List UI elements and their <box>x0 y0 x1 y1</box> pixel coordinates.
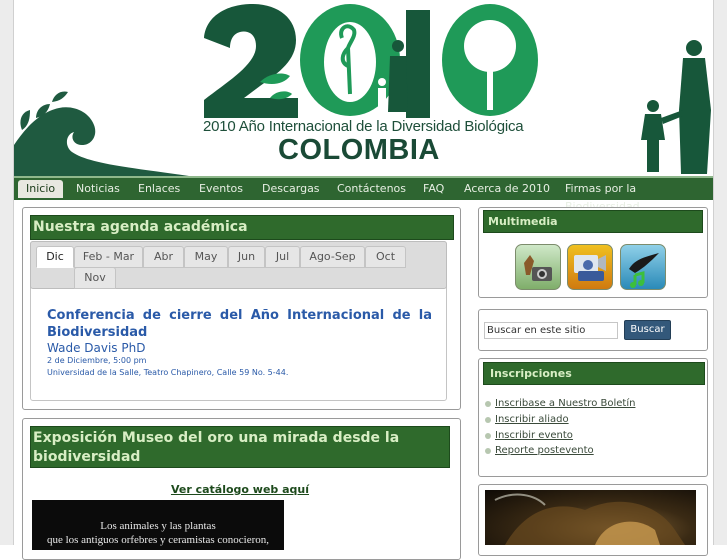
catalog-link-wrap: Ver catálogo web aquí <box>30 478 450 497</box>
nav-item-acerca[interactable]: Acerca de 2010 <box>464 180 550 198</box>
tab-dic[interactable]: Dic <box>36 246 74 268</box>
nav-item-contactenos[interactable]: Contáctenos <box>337 180 406 198</box>
audio-icon[interactable] <box>620 244 666 290</box>
page-frame-left <box>0 0 14 545</box>
event-speaker: Wade Davis PhD <box>47 341 146 355</box>
logo-country: COLOMBIA <box>278 134 440 166</box>
bullet-icon <box>485 417 491 423</box>
agenda-title: Nuestra agenda académica <box>30 215 454 240</box>
video-glyph <box>574 255 606 281</box>
exposicion-title: Exposición Museo del oro una mirada desd… <box>30 426 450 468</box>
search-button[interactable]: Buscar <box>624 320 671 340</box>
tab-feb-mar[interactable]: Feb - Mar <box>74 246 143 268</box>
nav-item-noticias[interactable]: Noticias <box>76 180 120 198</box>
leaf-wave-logo <box>14 91 189 176</box>
bullet-icon <box>485 448 491 454</box>
page-frame-right <box>713 0 727 545</box>
catalog-link[interactable]: Ver catálogo web aquí <box>171 483 309 496</box>
nav-item-eventos[interactable]: Eventos <box>199 180 243 198</box>
event-date: 2 de Diciembre, 5:00 pm <box>47 356 147 365</box>
tab-oct[interactable]: Oct <box>365 246 406 268</box>
nav-item-enlaces[interactable]: Enlaces <box>138 180 180 198</box>
search-input[interactable]: Buscar en este sitio <box>484 322 618 339</box>
link-postevento[interactable]: Reporte postevento <box>495 445 594 456</box>
banner-line-2: que los antiguos orfebres y ceramistas c… <box>46 534 270 546</box>
wildlife-photo-graphic <box>494 493 685 545</box>
bullet-icon <box>485 433 491 439</box>
tab-abr[interactable]: Abr <box>143 246 184 268</box>
audio-glyph <box>629 253 659 288</box>
nav-item-inicio[interactable]: Inicio <box>18 180 64 198</box>
nav-item-firmas[interactable]: Firmas por la Biodiversidad <box>565 180 713 213</box>
logo-subtitle: 2010 Año Internacional de la Diversidad … <box>203 118 524 135</box>
banner-line-1: Los animales y las plantas <box>100 520 216 532</box>
bullet-icon <box>485 401 491 407</box>
photo-camera-glyph <box>524 255 552 281</box>
tab-nov[interactable]: Nov <box>74 267 116 289</box>
link-boletin[interactable]: Inscribase a Nuestro Boletín <box>495 398 635 409</box>
site-header: 2010 Año Internacional de la Diversidad … <box>14 0 713 176</box>
tab-jul[interactable]: Jul <box>265 246 300 268</box>
nav-item-faq[interactable]: FAQ <box>423 180 444 198</box>
exposicion-banner[interactable]: Los animales y las plantas que los antig… <box>32 500 284 550</box>
photo-camera-icon[interactable] <box>515 244 561 290</box>
nav-item-descargas[interactable]: Descargas <box>262 180 320 198</box>
people-silhouette <box>641 40 711 174</box>
inscripciones-title: Inscripciones <box>483 362 705 385</box>
event-location: Universidad de la Salle, Teatro Chapiner… <box>47 368 289 377</box>
tab-jun[interactable]: Jun <box>228 246 265 268</box>
logo-2010-graphic <box>204 4 538 118</box>
tab-ago-sep[interactable]: Ago-Sep <box>300 246 365 268</box>
event-title[interactable]: Conferencia de cierre del Año Internacio… <box>47 307 432 341</box>
video-icon[interactable] <box>567 244 613 290</box>
link-evento[interactable]: Inscribir evento <box>495 430 573 441</box>
tab-may[interactable]: May <box>184 246 228 268</box>
link-aliado[interactable]: Inscribir aliado <box>495 414 569 425</box>
multimedia-title: Multimedia <box>483 210 703 233</box>
wildlife-photo[interactable] <box>485 490 696 545</box>
main-navigation: Inicio Noticias Enlaces Eventos Descarga… <box>14 176 713 213</box>
